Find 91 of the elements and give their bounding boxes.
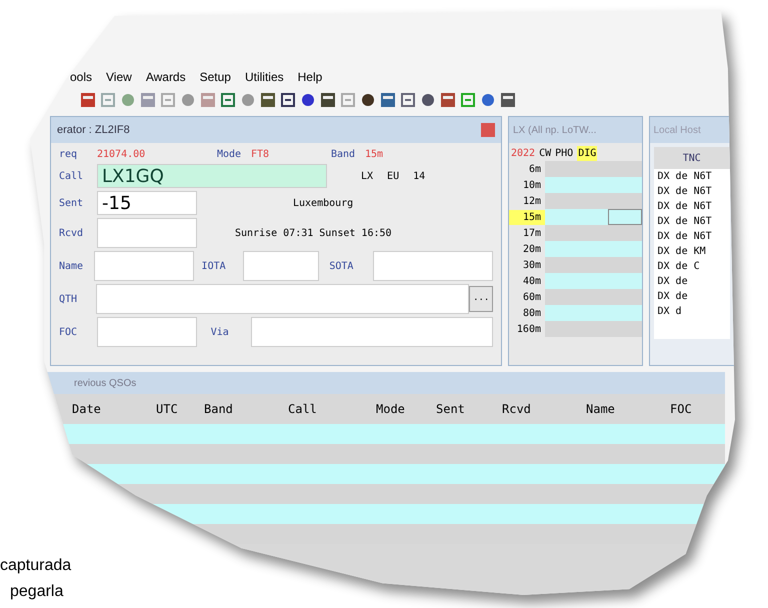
selected-cell [608, 209, 642, 225]
spot-line: DX de N6T [658, 185, 713, 199]
toolbar-icon[interactable] [260, 92, 276, 108]
country-name: Luxembourg [293, 196, 354, 210]
column-header: Sent [436, 401, 466, 418]
field-label: Sent [59, 196, 84, 210]
input-field[interactable] [243, 251, 320, 281]
band-label: 60m [522, 290, 542, 304]
band-label: 40m [522, 274, 542, 288]
body-text: capturada [0, 556, 72, 576]
column-title: TNC [682, 152, 701, 166]
field-label: Via [210, 326, 230, 340]
mode-header: DIG [577, 146, 598, 160]
dxcc-info: LX [361, 170, 374, 184]
input-field[interactable] [97, 218, 197, 248]
field-label: Name [59, 260, 84, 274]
input-field[interactable] [250, 317, 493, 347]
year-label: 2022 [511, 146, 536, 160]
toolbar-icon[interactable] [360, 92, 376, 108]
toolbar-icon[interactable] [480, 92, 496, 108]
toolbar-icon[interactable] [400, 92, 416, 108]
toolbar-icon[interactable] [300, 92, 316, 108]
band-label: 17m [522, 226, 542, 240]
mode-header: PHO [555, 146, 574, 160]
band-label: 20m [522, 242, 542, 256]
band-label: 30m [522, 258, 542, 272]
toolbar-icon[interactable] [440, 92, 456, 108]
mode-value: FT8 [251, 148, 270, 162]
toolbar-icon[interactable] [500, 92, 516, 108]
band-label: 12m [522, 194, 542, 208]
panel-title: LX (All np. LoTW... [513, 124, 596, 138]
input-field[interactable] [96, 284, 470, 314]
toolbar-icon[interactable] [320, 92, 336, 108]
column-header: Rcvd [502, 401, 532, 418]
field-label: Call [59, 170, 84, 184]
field-label: FOC [59, 326, 78, 340]
browse-button[interactable]: ... [469, 286, 493, 312]
toolbar-icon[interactable] [220, 92, 236, 108]
panel-title: Local Host [654, 124, 701, 138]
toolbar-icon[interactable] [420, 92, 436, 108]
band-label: 6m [528, 162, 542, 176]
mode-header: CW [539, 146, 552, 160]
section-title: revious QSOs [74, 376, 136, 390]
dxcc-info: EU [387, 170, 400, 184]
spot-line: DX de N6T [658, 170, 713, 184]
field-label: Band [331, 148, 356, 162]
field-label: Rcvd [59, 226, 84, 240]
spot-line: DX de N6T [658, 230, 713, 244]
column-header: Date [72, 401, 102, 418]
field-label: IOTA [200, 260, 227, 274]
input-field[interactable]: LX1GQ [97, 164, 327, 188]
frequency-value: 21074.00 [97, 148, 146, 162]
column-header: Call [288, 401, 318, 418]
field-label: Mode [217, 148, 242, 162]
spot-line: DX de N6T [658, 215, 713, 229]
window-title: erator : ZL2IF8 [57, 122, 130, 138]
column-header: Name [586, 401, 616, 418]
spot-line: DX de N6T [658, 200, 713, 214]
menu-item[interactable]: Utilities [244, 68, 284, 88]
toolbar-icon[interactable] [280, 92, 296, 108]
band-label: 80m [522, 306, 542, 320]
column-header: Mode [376, 401, 406, 418]
field-label: QTH [59, 292, 78, 306]
menu-item[interactable]: Awards [146, 68, 186, 88]
menu-item[interactable]: Setup [200, 68, 231, 88]
sun-times: Sunrise 07:31 Sunset 16:50 [235, 226, 392, 240]
field-label: SOTA [328, 260, 354, 274]
menu-item[interactable]: ools [70, 68, 92, 88]
band-label: 15m [509, 210, 545, 224]
input-field[interactable] [373, 251, 493, 281]
spot-line: DX d [658, 305, 683, 319]
input-field[interactable] [96, 317, 197, 347]
band-label: 160m [516, 322, 542, 336]
input-field[interactable]: -15 [97, 191, 197, 215]
spot-line: DX de C [658, 260, 701, 274]
dxcc-info: 14 [413, 170, 426, 184]
field-label: req [59, 148, 78, 162]
band-value: 15m [365, 148, 384, 162]
toolbar-icon[interactable] [380, 92, 396, 108]
spot-line: DX de [658, 290, 689, 304]
column-header: UTC [156, 401, 179, 418]
band-label: 10m [522, 178, 542, 192]
column-header: Band [204, 401, 234, 418]
input-field[interactable] [94, 251, 194, 281]
body-text: pegarla [9, 582, 64, 602]
spot-line: DX de [658, 275, 689, 289]
column-header: FOC [670, 401, 693, 418]
spot-line: DX de KM [658, 245, 707, 259]
toolbar-icon[interactable] [80, 92, 96, 108]
menu-item[interactable]: Help [298, 68, 322, 88]
menu-item[interactable]: View [106, 68, 132, 88]
